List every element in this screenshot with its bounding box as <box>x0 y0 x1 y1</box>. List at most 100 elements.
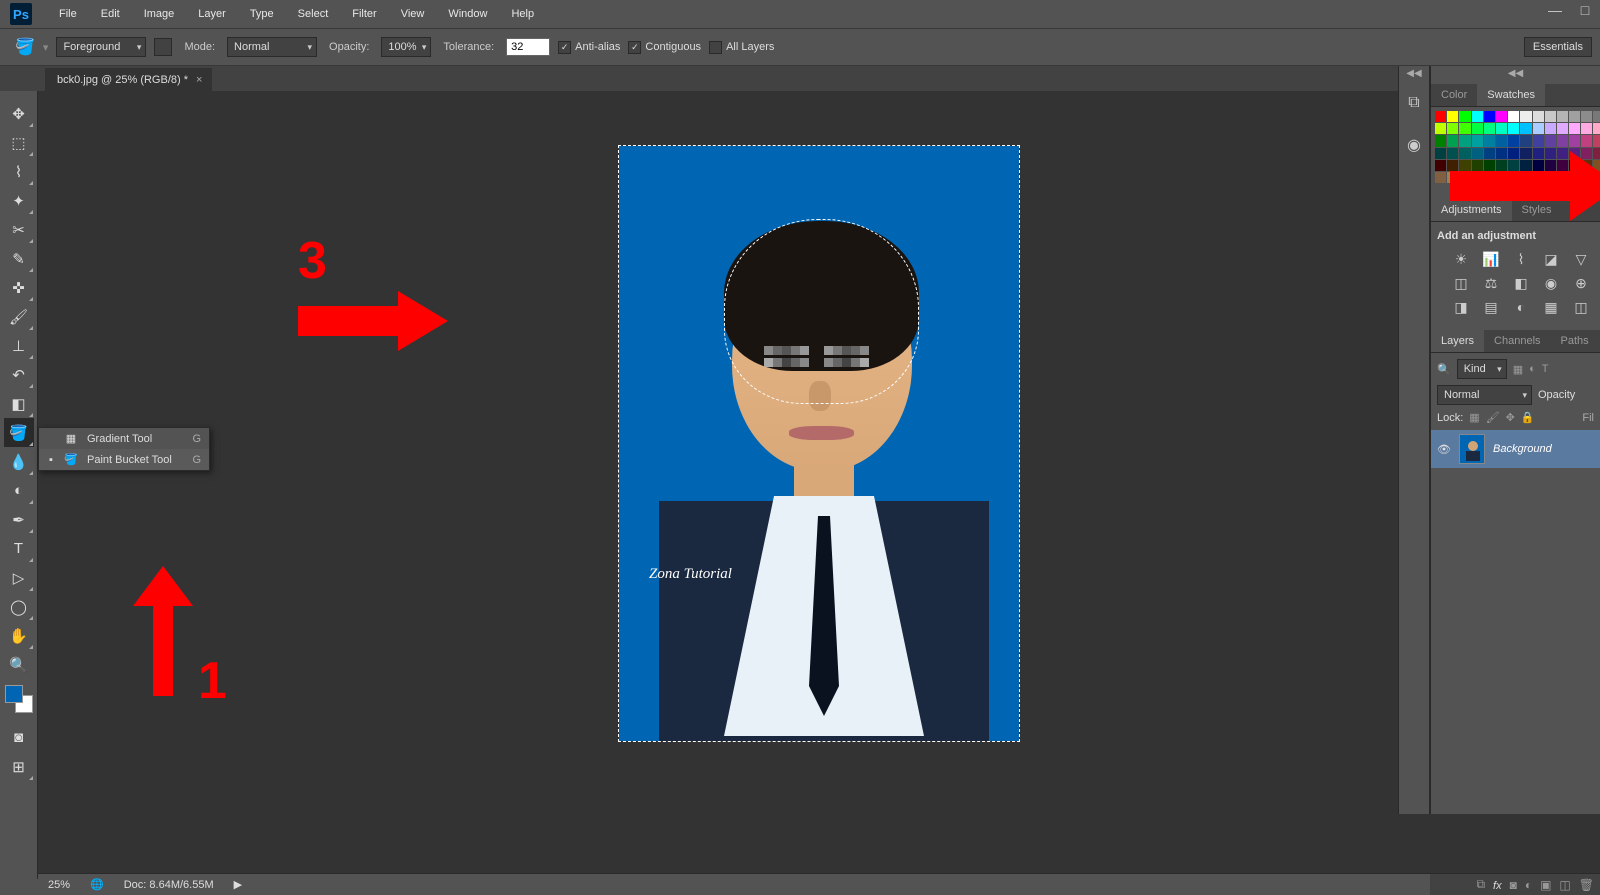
color-tab[interactable]: Color <box>1431 84 1477 106</box>
status-arrow-icon[interactable]: ▶ <box>234 878 242 891</box>
quickmask-toggle[interactable]: ◙ <box>4 723 34 752</box>
posterize-icon[interactable]: ▤ <box>1480 298 1502 316</box>
history-panel-icon[interactable]: ⧉ <box>1401 92 1427 114</box>
swatch-cell[interactable] <box>1508 123 1519 134</box>
eyedropper-tool[interactable]: ✎ <box>4 244 34 273</box>
swatch-cell[interactable] <box>1496 111 1507 122</box>
pen-tool[interactable]: ✒ <box>4 505 34 534</box>
swatch-cell[interactable] <box>1569 111 1580 122</box>
paint-bucket-tool-item[interactable]: ▪🪣Paint Bucket ToolG <box>39 449 209 470</box>
swatch-cell[interactable] <box>1459 135 1470 146</box>
swatch-cell[interactable] <box>1435 172 1446 183</box>
swatch-cell[interactable] <box>1459 111 1470 122</box>
lock-paint-icon[interactable]: 🖌 <box>1486 411 1500 424</box>
menu-image[interactable]: Image <box>132 2 187 26</box>
swatch-cell[interactable] <box>1435 123 1446 134</box>
bucket-tool[interactable]: 🪣 <box>4 418 34 447</box>
shape-tool[interactable]: ◯ <box>4 592 34 621</box>
blur-tool[interactable]: 💧 <box>4 447 34 476</box>
swatch-cell[interactable] <box>1581 111 1592 122</box>
window-maximize[interactable]: □ <box>1570 0 1600 20</box>
filter-image-icon[interactable]: ▦ <box>1513 363 1523 376</box>
swatch-cell[interactable] <box>1508 135 1519 146</box>
swatch-cell[interactable] <box>1533 111 1544 122</box>
visibility-icon[interactable]: 👁 <box>1437 443 1451 456</box>
move-tool[interactable]: ✥ <box>4 99 34 128</box>
crop-tool[interactable]: ✂ <box>4 215 34 244</box>
swatch-cell[interactable] <box>1557 135 1568 146</box>
swatch-cell[interactable] <box>1447 123 1458 134</box>
paths-tab[interactable]: Paths <box>1551 330 1599 352</box>
pattern-picker[interactable] <box>154 38 172 56</box>
close-tab-icon[interactable]: × <box>196 74 202 86</box>
swatch-cell[interactable] <box>1447 111 1458 122</box>
swatch-cell[interactable] <box>1435 160 1446 171</box>
bw-icon[interactable]: ◧ <box>1510 274 1532 292</box>
swatch-cell[interactable] <box>1435 148 1446 159</box>
stamp-tool[interactable]: ⊥ <box>4 331 34 360</box>
collapse-panels-icon[interactable]: ◀◀ <box>1431 66 1600 84</box>
type-tool[interactable]: T <box>4 534 34 563</box>
new-layer-icon[interactable]: ◫ <box>1559 878 1570 892</box>
menu-filter[interactable]: Filter <box>340 2 388 26</box>
swatch-cell[interactable] <box>1557 123 1568 134</box>
swatch-cell[interactable] <box>1581 123 1592 134</box>
zoom-level[interactable]: 25% <box>48 879 70 891</box>
swatch-cell[interactable] <box>1472 135 1483 146</box>
blend-mode-select[interactable]: Normal <box>1437 385 1532 405</box>
swatch-cell[interactable] <box>1484 111 1495 122</box>
layer-filter-select[interactable]: Kind <box>1457 359 1507 379</box>
lock-move-icon[interactable]: ✥ <box>1506 411 1515 424</box>
swatch-cell[interactable] <box>1447 135 1458 146</box>
mixer-icon[interactable]: ⊕ <box>1570 274 1592 292</box>
marquee-tool[interactable]: ⬚ <box>4 128 34 157</box>
lock-trans-icon[interactable]: ▦ <box>1469 411 1479 424</box>
swatch-cell[interactable] <box>1484 123 1495 134</box>
channels-tab[interactable]: Channels <box>1484 330 1550 352</box>
balance-icon[interactable]: ⚖ <box>1480 274 1502 292</box>
fill-source-select[interactable]: Foreground <box>56 37 146 57</box>
contiguous-checkbox[interactable]: ✓Contiguous <box>628 41 701 54</box>
selective-icon[interactable]: ◫ <box>1570 298 1592 316</box>
swatch-cell[interactable] <box>1557 111 1568 122</box>
wand-tool[interactable]: ✦ <box>4 186 34 215</box>
brush-tool[interactable]: 🖌 <box>4 302 34 331</box>
dodge-tool[interactable]: ◐ <box>4 476 34 505</box>
swatch-cell[interactable] <box>1545 123 1556 134</box>
document-canvas[interactable]: Zona Tutorial <box>619 146 1019 741</box>
collapse-arrow-icon[interactable]: ◀◀ <box>1399 66 1429 84</box>
swatches-tab[interactable]: Swatches <box>1477 84 1545 106</box>
window-minimize[interactable]: — <box>1540 0 1570 20</box>
group-icon[interactable]: ▣ <box>1540 878 1551 892</box>
exposure-icon[interactable]: ◪ <box>1540 250 1562 268</box>
swatch-cell[interactable] <box>1520 123 1531 134</box>
screenmode-toggle[interactable]: ⊞ <box>4 752 34 781</box>
fx-icon[interactable]: fx <box>1493 878 1502 892</box>
levels-icon[interactable]: 📊 <box>1480 250 1502 268</box>
healing-tool[interactable]: ✜ <box>4 273 34 302</box>
doc-size[interactable]: Doc: 8.64M/6.55M <box>124 879 214 891</box>
layer-background[interactable]: 👁 Background <box>1431 430 1600 468</box>
color-swatch[interactable] <box>5 685 33 713</box>
eraser-tool[interactable]: ◧ <box>4 389 34 418</box>
document-tab[interactable]: bck0.jpg @ 25% (RGB/8) * × <box>45 68 212 91</box>
swatch-cell[interactable] <box>1545 111 1556 122</box>
zoom-tool[interactable]: 🔍 <box>4 650 34 679</box>
swatch-cell[interactable] <box>1533 123 1544 134</box>
swatch-cell[interactable] <box>1569 135 1580 146</box>
menu-window[interactable]: Window <box>436 2 499 26</box>
menu-file[interactable]: File <box>47 2 89 26</box>
opacity-select[interactable]: 100% <box>381 37 431 57</box>
lasso-tool[interactable]: ⌇ <box>4 157 34 186</box>
history-brush-tool[interactable]: ↶ <box>4 360 34 389</box>
trash-icon[interactable]: 🗑 <box>1579 878 1594 892</box>
layers-tab[interactable]: Layers <box>1431 330 1484 352</box>
antialias-checkbox[interactable]: ✓Anti-alias <box>558 41 620 54</box>
invert-icon[interactable]: ◨ <box>1450 298 1472 316</box>
swatch-cell[interactable] <box>1593 111 1600 122</box>
hand-tool[interactable]: ✋ <box>4 621 34 650</box>
gradient-map-icon[interactable]: ▦ <box>1540 298 1562 316</box>
swatch-cell[interactable] <box>1496 135 1507 146</box>
swatch-cell[interactable] <box>1533 135 1544 146</box>
canvas-area[interactable]: Zona Tutorial 1 2 3 <box>38 91 1600 879</box>
